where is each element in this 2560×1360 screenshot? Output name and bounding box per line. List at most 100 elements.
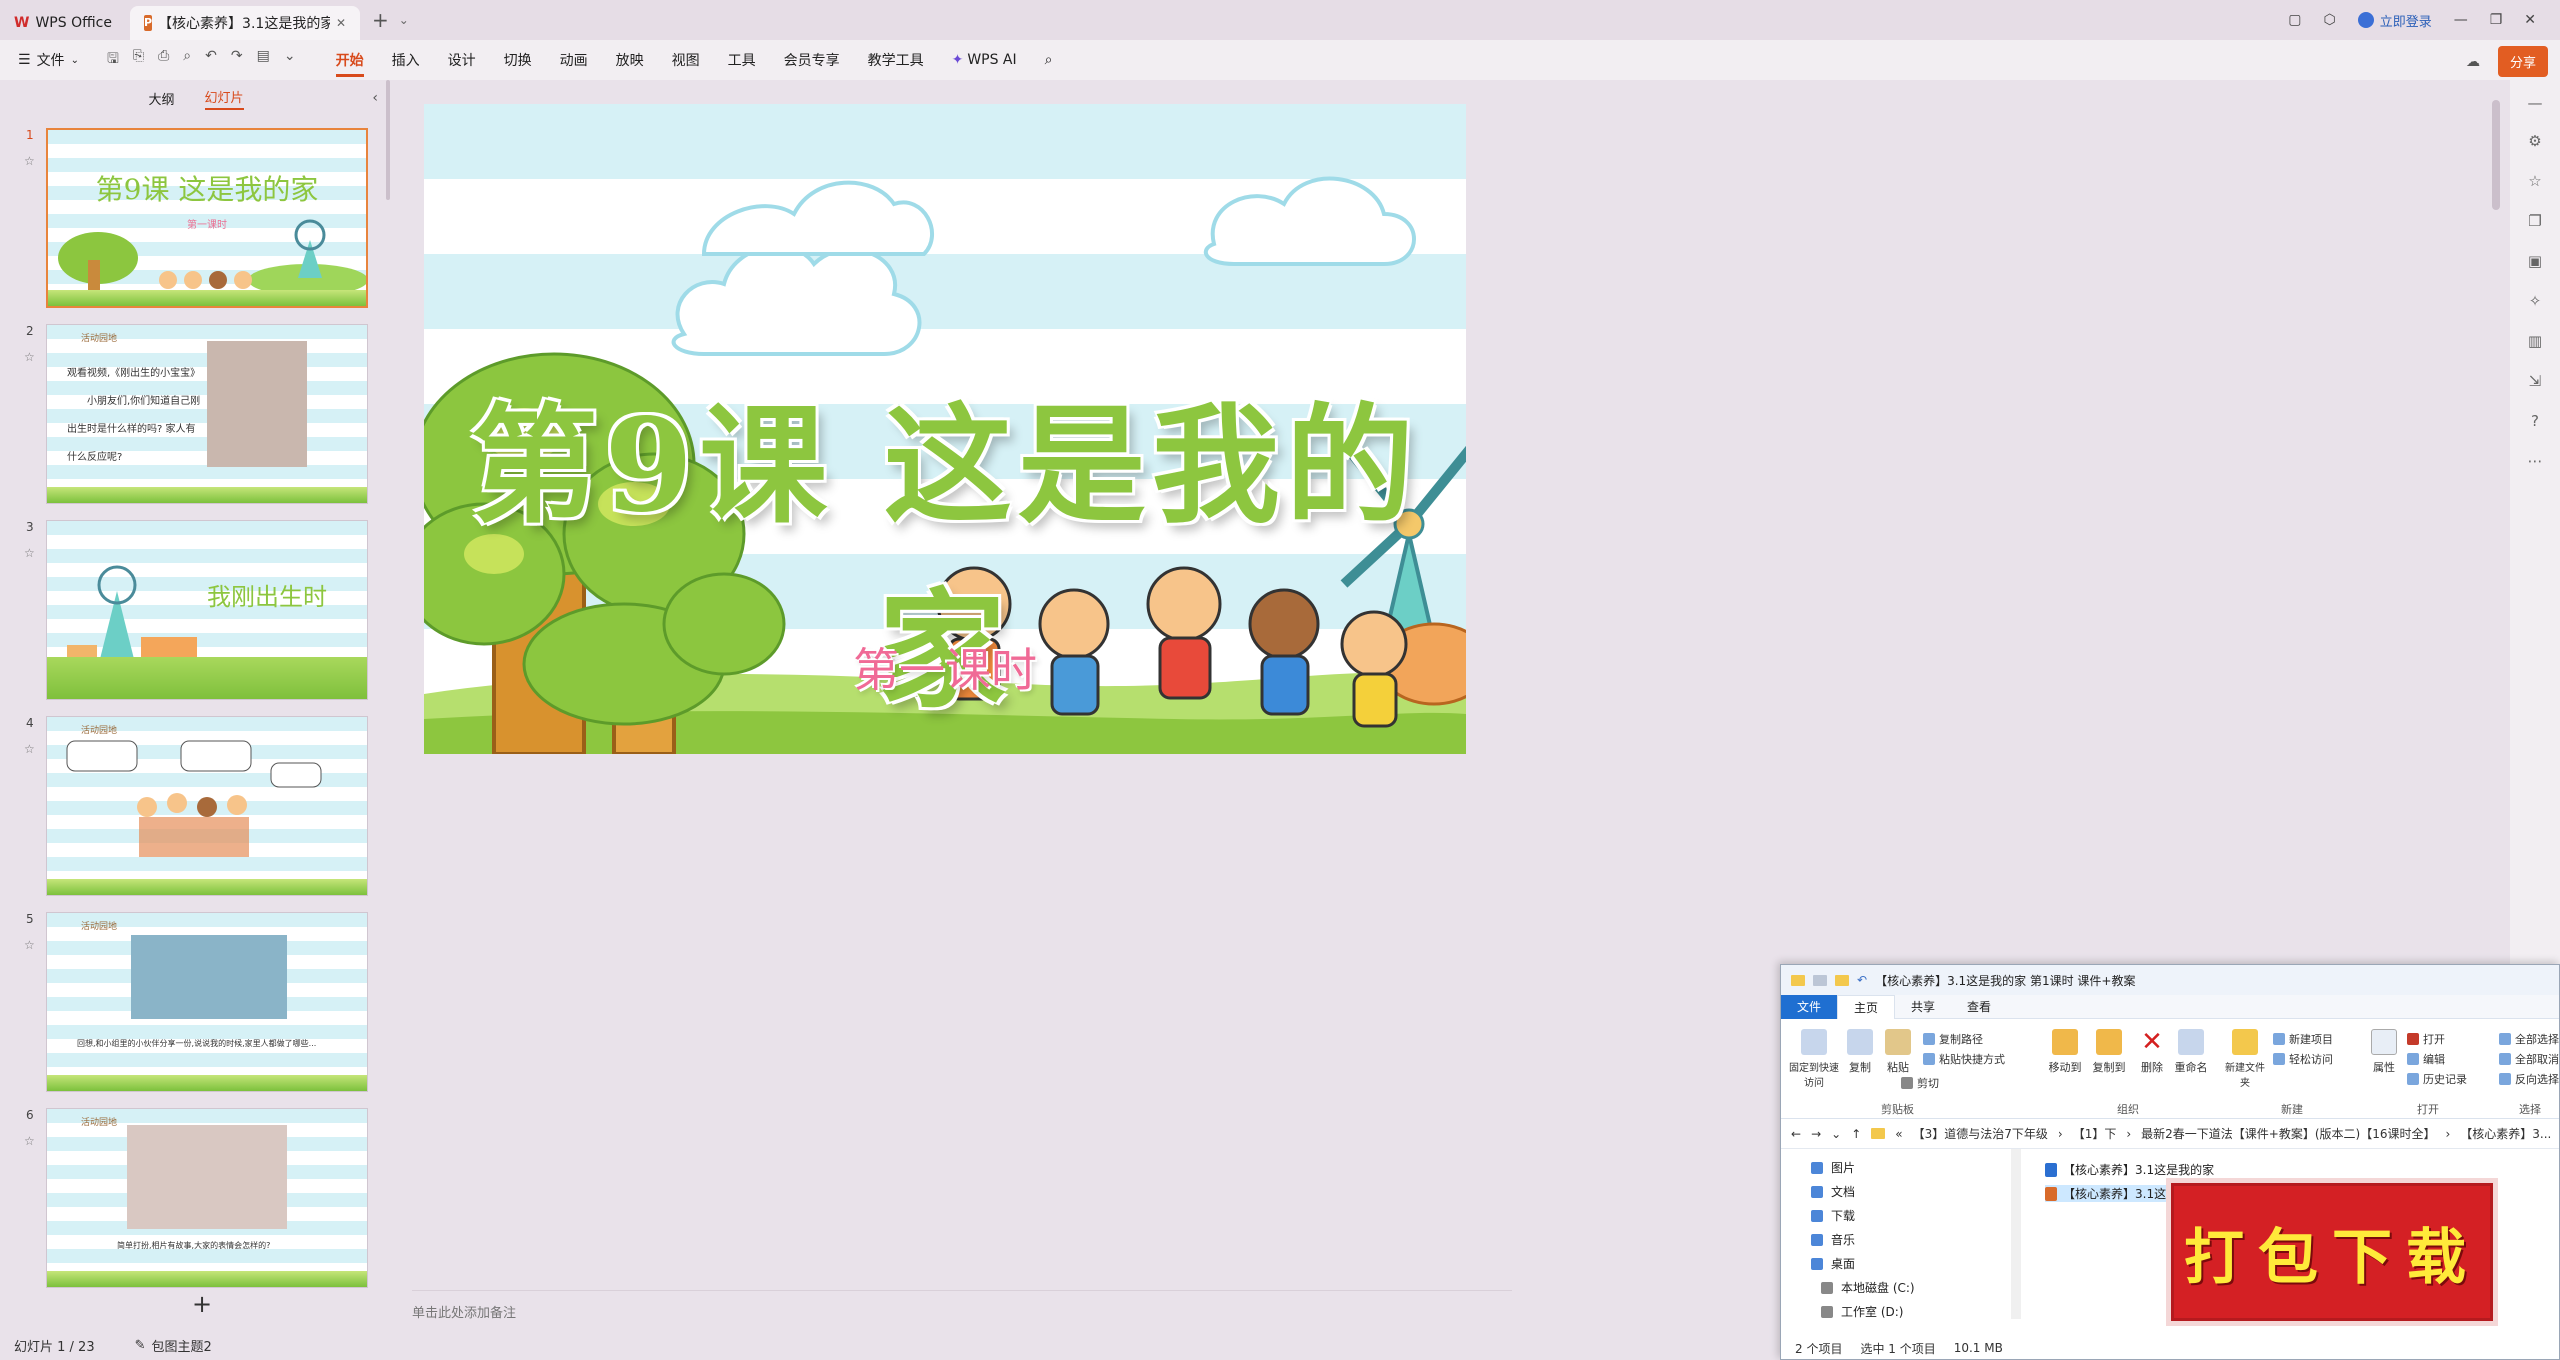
file-menu[interactable]: ☰ 文件 ⌄ — [18, 50, 79, 70]
print-icon[interactable]: ⎙ — [158, 48, 169, 72]
nav-local-disk-c[interactable]: 本地磁盘 (C:) — [1821, 1279, 1915, 1296]
download-badge[interactable]: 打包下载 — [2166, 1178, 2498, 1326]
search-icon[interactable]: ⌕ — [1045, 52, 1053, 68]
restore-icon[interactable]: ❐ — [2490, 12, 2503, 28]
copy-icon[interactable]: ❐ — [2526, 212, 2544, 230]
redo-icon[interactable]: ↷ — [231, 48, 243, 72]
copy-to-button[interactable]: 复制到 — [2089, 1029, 2129, 1075]
help-icon[interactable]: ? — [2526, 412, 2544, 430]
undo-icon[interactable]: ↶ — [205, 48, 217, 72]
add-slide-icon[interactable]: + — [192, 1290, 212, 1318]
tab-document[interactable]: P 【核心素养】3.1这是我的家 ✕ — [130, 6, 360, 40]
breadcrumb-item[interactable]: 【核心素养】3... — [2460, 1125, 2551, 1142]
menu-member[interactable]: 会员专享 — [784, 50, 840, 70]
print-preview-icon[interactable]: ⌕ — [183, 48, 191, 72]
slide-subtitle[interactable]: 第一课时 — [424, 634, 1466, 700]
new-tab-icon[interactable]: + — [372, 8, 389, 32]
menu-slideshow[interactable]: 放映 — [616, 50, 644, 70]
collapse-panel-icon[interactable]: ‹ — [372, 90, 378, 106]
explorer-tab-home[interactable]: 主页 — [1837, 994, 1896, 1019]
minimize-icon[interactable]: — — [2454, 12, 2468, 28]
menu-wps-ai[interactable]: ✦ WPS AI — [952, 52, 1017, 68]
forward-icon[interactable]: → — [1811, 1127, 1821, 1141]
menu-insert[interactable]: 插入 — [392, 50, 420, 70]
star-icon[interactable]: ☆ — [24, 546, 35, 560]
nav-desktop[interactable]: 桌面 — [1811, 1255, 1855, 1272]
menu-teaching-tools[interactable]: 教学工具 — [868, 50, 924, 70]
history-button[interactable]: 历史记录 — [2407, 1071, 2467, 1087]
new-item-button[interactable]: 新建项目 — [2273, 1031, 2333, 1047]
window-layout-icon[interactable]: ▢ — [2288, 12, 2301, 28]
slide-canvas[interactable]: 第9课 这是我的家 第一课时 — [424, 104, 1466, 754]
nav-downloads[interactable]: 下载 — [1811, 1207, 1855, 1224]
image-icon[interactable]: ▣ — [2526, 252, 2544, 270]
edit-button[interactable]: 编辑 — [2407, 1051, 2445, 1067]
cloud-sync-icon[interactable]: ☁ — [2466, 54, 2480, 70]
tab-wps-home[interactable]: W WPS Office — [0, 6, 130, 40]
adjust-icon[interactable]: ⚙ — [2526, 132, 2544, 150]
select-none-button[interactable]: 全部取消 — [2499, 1051, 2559, 1067]
theme-indicator[interactable]: ✎ 包图主题2 — [135, 1336, 212, 1355]
slide-thumbnail-3[interactable]: 我刚出生时 — [46, 520, 368, 700]
back-icon[interactable]: ← — [1791, 1127, 1801, 1141]
copy-path-button[interactable]: 复制路径 — [1923, 1031, 1983, 1047]
rename-button[interactable]: 重命名 — [2171, 1029, 2211, 1075]
easy-access-button[interactable]: 轻松访问 — [2273, 1051, 2333, 1067]
nav-drive-d[interactable]: 工作室 (D:) — [1821, 1303, 1903, 1320]
history-chevron-icon[interactable]: ⌄ — [1831, 1127, 1841, 1141]
save-icon[interactable]: 🖫 — [107, 48, 119, 72]
menu-transition[interactable]: 切换 — [504, 50, 532, 70]
nav-pictures[interactable]: 图片 — [1811, 1159, 1855, 1176]
tab-list-chevron-icon[interactable]: ⌄ — [399, 13, 409, 27]
move-to-button[interactable]: 移动到 — [2045, 1029, 2085, 1075]
slide-thumbnail-6[interactable]: 活动园地 简单打扮,相片有故事,大家的表情会怎样的? — [46, 1108, 368, 1288]
slide-thumbnail-4[interactable]: 活动园地 — [46, 716, 368, 896]
nav-music[interactable]: 音乐 — [1811, 1231, 1855, 1248]
select-all-button[interactable]: 全部选择 — [2499, 1031, 2559, 1047]
skin-icon[interactable]: ⬡ — [2323, 12, 2335, 28]
nav-scrollbar[interactable] — [2011, 1149, 2021, 1319]
breadcrumb-item[interactable]: 【3】道德与法治7下年级 — [1913, 1125, 2048, 1142]
properties-button[interactable]: 属性 — [2369, 1029, 2399, 1075]
breadcrumb-item[interactable]: 【1】下 — [2073, 1125, 2117, 1142]
minimize-panel-icon[interactable]: — — [2526, 94, 2544, 112]
login-button[interactable]: 立即登录 — [2357, 11, 2432, 30]
more-icon[interactable]: ⋯ — [2526, 452, 2544, 470]
new-folder-icon[interactable] — [1835, 974, 1849, 986]
format-painter-icon[interactable]: ▤ — [257, 48, 270, 72]
paste-shortcut-button[interactable]: 粘贴快捷方式 — [1923, 1051, 2005, 1067]
notes-placeholder[interactable]: 单击此处添加备注 — [412, 1302, 516, 1321]
star-icon[interactable]: ☆ — [24, 350, 35, 364]
delete-button[interactable]: ✕ 删除 — [2137, 1029, 2167, 1075]
tab-slides[interactable]: 幻灯片 — [204, 87, 244, 110]
close-tab-icon[interactable]: ✕ — [336, 16, 346, 30]
slide-thumbnail-2[interactable]: 活动园地 观看视频,《刚出生的小宝宝》 小朋友们,你们知道自己刚 出生时是什么样… — [46, 324, 368, 504]
tab-outline[interactable]: 大纲 — [148, 89, 174, 108]
address-bar[interactable]: ← → ⌄ ↑ « 【3】道德与法治7下年级 › 【1】下 › 最新2春一下道法… — [1781, 1119, 2559, 1149]
star-icon[interactable]: ☆ — [2526, 172, 2544, 190]
paste-button[interactable]: 粘贴 — [1881, 1029, 1915, 1075]
export-icon[interactable]: ⇲ — [2526, 372, 2544, 390]
menu-design[interactable]: 设计 — [448, 50, 476, 70]
undo-icon[interactable]: ↶ — [1857, 973, 1867, 987]
breadcrumb-item[interactable]: 最新2春一下道法【课件+教案】(版本二)【16课时全】 — [2141, 1125, 2435, 1142]
cut-button[interactable]: 剪切 — [1901, 1075, 1939, 1091]
file-item[interactable]: 【核心素养】3.1这是我的家 — [2045, 1161, 2214, 1178]
close-window-icon[interactable]: ✕ — [2524, 12, 2536, 28]
thumbnail-scrollbar[interactable] — [386, 80, 390, 200]
up-icon[interactable]: ↑ — [1851, 1127, 1861, 1141]
star-icon[interactable]: ☆ — [24, 742, 35, 756]
export-pdf-icon[interactable]: ⎘ — [133, 48, 144, 72]
nav-documents[interactable]: 文档 — [1811, 1183, 1855, 1200]
magic-icon[interactable]: ✧ — [2526, 292, 2544, 310]
explorer-tab-view[interactable]: 查看 — [1951, 995, 2007, 1019]
star-icon[interactable]: ☆ — [24, 938, 35, 952]
explorer-tab-share[interactable]: 共享 — [1895, 995, 1951, 1019]
quick-access-icon[interactable] — [1813, 974, 1827, 986]
more-chevron-icon[interactable]: ⌄ — [284, 48, 296, 72]
star-icon[interactable]: ☆ — [24, 1134, 35, 1148]
menu-animation[interactable]: 动画 — [560, 50, 588, 70]
menu-view[interactable]: 视图 — [672, 50, 700, 70]
copy-button[interactable]: 复制 — [1843, 1029, 1877, 1075]
new-folder-button[interactable]: 新建文件夹 — [2225, 1029, 2265, 1089]
